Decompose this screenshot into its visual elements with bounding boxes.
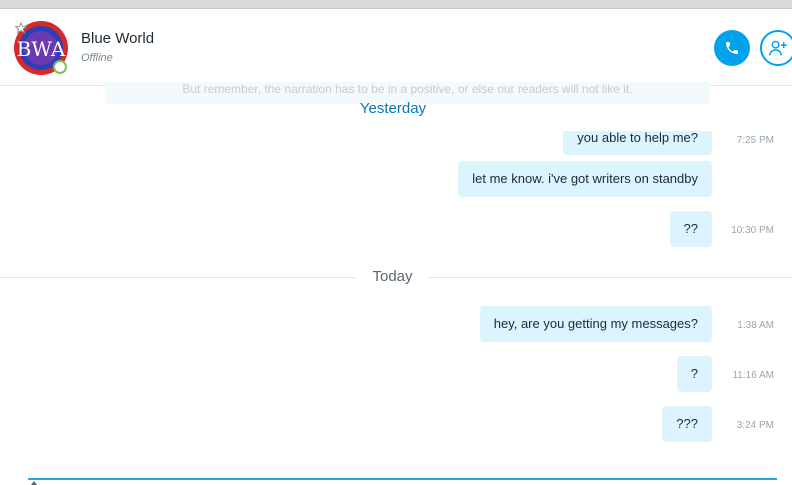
conversation-header: BWA Blue World Offline (0, 9, 792, 86)
avatar-logo-text: BWA (17, 37, 66, 61)
message-bubble[interactable]: ?? (669, 211, 712, 247)
message-compose-box[interactable] (28, 478, 777, 480)
message-bubble[interactable]: hey, are you getting my messages? (479, 306, 712, 342)
add-person-icon (769, 40, 787, 56)
message-time: 10:30 PM (731, 225, 774, 236)
contact-name[interactable]: Blue World (81, 30, 154, 47)
phone-icon (726, 42, 738, 54)
message-bubble[interactable]: you able to help me? (563, 131, 712, 155)
message-time: 7:25 PM (736, 135, 774, 146)
caret-icon (31, 481, 37, 485)
day-separator-label: Today (372, 268, 413, 285)
message-bubble[interactable]: ? (676, 356, 712, 392)
message-time: 1:38 AM (737, 320, 774, 331)
window-top-strip (0, 0, 792, 9)
message-time: 3:24 PM (736, 420, 774, 431)
star-icon[interactable] (15, 22, 27, 34)
divider-line (429, 277, 792, 278)
message-bubble[interactable]: ??? (662, 406, 712, 442)
presence-indicator (53, 60, 67, 74)
contact-status: Offline (81, 52, 113, 64)
add-person-button[interactable] (760, 30, 792, 66)
message-time: 11:16 AM (732, 370, 774, 381)
message-bubble[interactable]: let me know. i've got writers on standby (458, 161, 712, 197)
day-separator-today: Today (0, 267, 792, 287)
divider-line (0, 277, 356, 278)
call-button[interactable] (714, 30, 750, 66)
day-separator-yesterday: Yesterday (359, 100, 427, 117)
